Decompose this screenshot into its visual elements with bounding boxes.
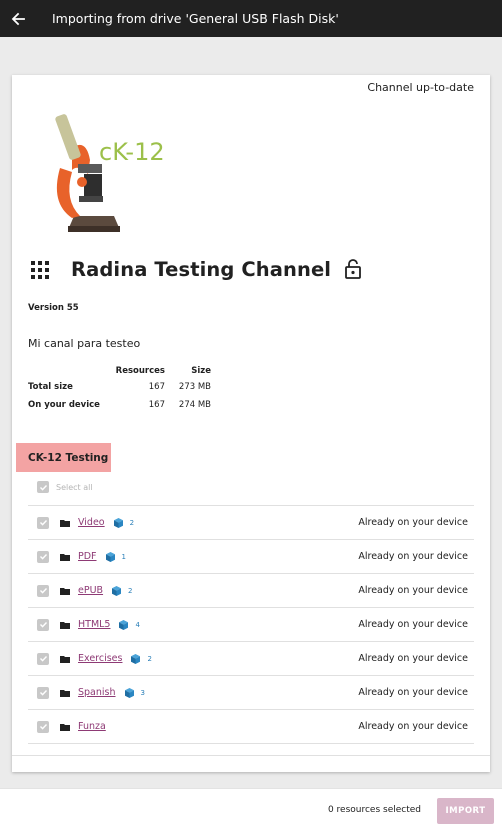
check-icon <box>39 484 47 491</box>
resource-cube-icon <box>112 585 122 596</box>
topic-link[interactable]: Video <box>78 517 105 528</box>
content-list: Video 2 Already on your device PDF 1 Already … <box>28 505 474 744</box>
check-icon <box>39 622 47 628</box>
availability-status: Already on your device <box>358 653 468 664</box>
channel-title-row: Radina Testing Channel <box>30 258 362 281</box>
availability-status: Already on your device <box>358 687 468 698</box>
total-size-row: Total size 167 273 MB <box>28 378 211 396</box>
row-label: On your device <box>28 400 100 410</box>
list-item[interactable]: Funza Already on your device <box>28 709 474 743</box>
selected-count: 0 resources selected <box>327 805 421 815</box>
list-end-divider <box>28 743 474 744</box>
checkbox[interactable] <box>37 652 49 665</box>
bottom-bar: 0 resources selected IMPORT <box>0 788 502 830</box>
availability-status: Already on your device <box>358 517 468 528</box>
select-all-label: Select all <box>56 482 93 492</box>
check-icon <box>39 520 47 526</box>
check-icon <box>39 656 47 662</box>
resource-cube-icon <box>119 619 129 630</box>
resource-count: 2 <box>129 518 135 527</box>
list-item[interactable]: HTML5 4 Already on your device <box>28 607 474 641</box>
topic-link[interactable]: Spanish <box>78 687 116 698</box>
size-value: 274 MB <box>178 400 211 410</box>
channel-card: Channel up-to-date cK-12 Radina Testing … <box>12 75 490 772</box>
apps-grid-icon <box>31 260 49 279</box>
size-table: Resources Size Total size 167 273 MB On … <box>28 364 211 414</box>
resource-count: 2 <box>147 654 152 663</box>
channel-status: Channel up-to-date <box>367 81 474 94</box>
resource-cube-icon <box>105 551 115 562</box>
page-title: Importing from drive 'General USB Flash … <box>52 11 339 26</box>
topic-link[interactable]: Funza <box>78 721 106 732</box>
resource-cube-icon <box>124 687 134 698</box>
channel-logo: cK-12 <box>55 114 165 232</box>
topic-breadcrumb[interactable]: CK-12 Testing <box>16 443 111 472</box>
topic-link[interactable]: HTML5 <box>78 619 110 630</box>
availability-status: Already on your device <box>358 619 468 630</box>
topic-link[interactable]: PDF <box>78 551 97 562</box>
checkbox[interactable] <box>37 686 49 699</box>
folder-icon <box>60 723 70 731</box>
checkbox[interactable] <box>37 584 49 597</box>
logo-text: cK-12 <box>99 138 165 166</box>
checkbox[interactable] <box>37 516 49 529</box>
import-button[interactable]: IMPORT <box>437 798 494 824</box>
list-item[interactable]: Video 2 Already on your device <box>28 505 474 539</box>
resources-value: 167 <box>148 382 165 392</box>
folder-icon <box>60 519 70 527</box>
check-icon <box>39 690 47 696</box>
back-button[interactable] <box>0 0 36 37</box>
folder-icon <box>60 689 70 697</box>
checkbox[interactable] <box>37 618 49 631</box>
check-icon <box>39 554 47 560</box>
resource-cube-icon <box>131 653 141 664</box>
channel-description: Mi canal para testeo <box>28 337 141 350</box>
resources-header: Resources <box>115 366 165 376</box>
availability-status: Already on your device <box>358 551 468 562</box>
divider <box>12 755 490 756</box>
list-item[interactable]: PDF 1 Already on your device <box>28 539 474 573</box>
folder-icon <box>60 587 70 595</box>
topic-link[interactable]: ePUB <box>78 585 103 596</box>
on-device-row: On your device 167 274 MB <box>28 396 211 414</box>
availability-status: Already on your device <box>358 721 468 732</box>
size-header: Size <box>191 366 211 376</box>
arrow-left-icon <box>11 12 25 25</box>
select-all-checkbox[interactable]: Select all <box>37 481 93 493</box>
resource-cube-icon <box>113 517 123 528</box>
checkbox[interactable] <box>37 481 49 493</box>
folder-icon <box>60 621 70 629</box>
topic-link[interactable]: Exercises <box>78 653 122 664</box>
size-value: 273 MB <box>178 382 211 392</box>
resource-count: 4 <box>135 620 140 629</box>
channel-version: Version 55 <box>28 303 79 313</box>
check-icon <box>39 724 47 730</box>
resource-count: 2 <box>128 586 133 595</box>
folder-icon <box>60 655 70 663</box>
list-item[interactable]: Exercises 2 Already on your device <box>28 641 474 675</box>
resource-count: 3 <box>140 688 145 697</box>
resources-value: 167 <box>148 400 165 410</box>
availability-status: Already on your device <box>358 585 468 596</box>
app-bar: Importing from drive 'General USB Flash … <box>0 0 502 37</box>
resource-count: 1 <box>121 552 126 561</box>
unlocked-icon <box>345 258 361 279</box>
channel-title: Radina Testing Channel <box>71 258 332 281</box>
folder-icon <box>60 553 70 561</box>
check-icon <box>39 588 47 594</box>
list-item[interactable]: ePUB 2 Already on your device <box>28 573 474 607</box>
checkbox[interactable] <box>37 720 49 733</box>
checkbox[interactable] <box>37 550 49 563</box>
row-label: Total size <box>28 382 73 392</box>
list-item[interactable]: Spanish 3 Already on your device <box>28 675 474 709</box>
